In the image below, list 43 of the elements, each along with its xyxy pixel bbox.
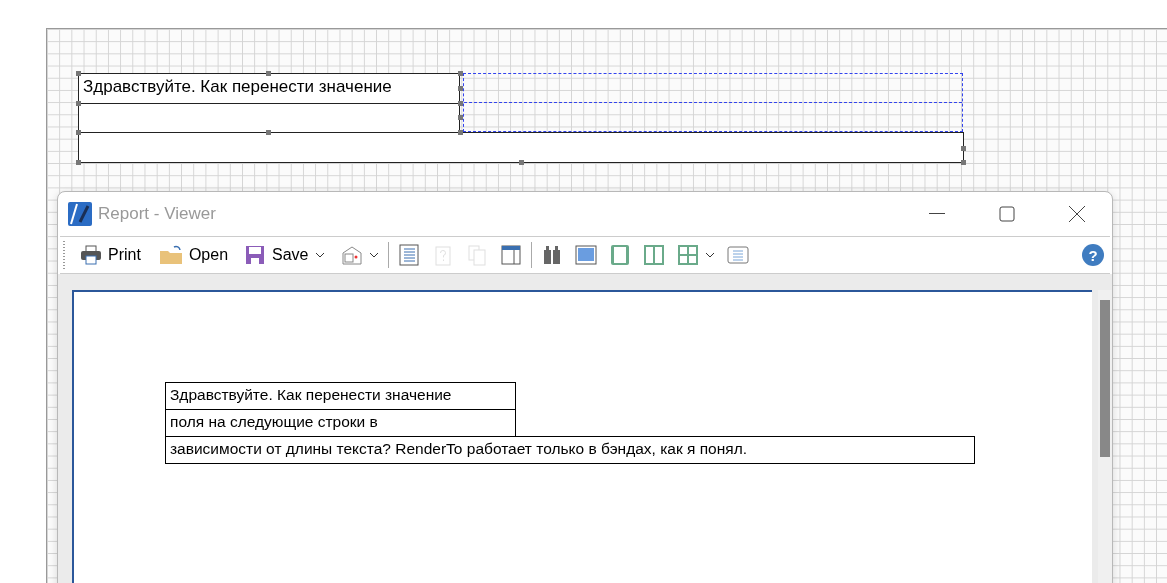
scrollbar[interactable]: [1098, 290, 1112, 583]
resize-handle[interactable]: [76, 160, 81, 165]
close-icon: [1068, 205, 1086, 223]
copy-icon: [465, 244, 488, 266]
caret-icon: [368, 252, 379, 258]
resize-handle[interactable]: [458, 130, 463, 135]
multiple-pages-icon: [676, 244, 699, 266]
caret-icon: [314, 252, 325, 258]
report-text-cell: Здравствуйте. Как перенести значение: [165, 382, 516, 410]
save-button[interactable]: Save: [238, 240, 331, 270]
maximize-icon: [999, 206, 1015, 222]
scrollbar-thumb[interactable]: [1100, 300, 1110, 457]
resize-handle[interactable]: [519, 160, 524, 165]
single-page-icon: [608, 244, 631, 266]
resize-handle[interactable]: [266, 71, 271, 76]
list-page-icon: [397, 244, 420, 266]
band-box[interactable]: [78, 132, 964, 163]
resize-handle[interactable]: [458, 115, 463, 120]
report-text-cell: поля на следующие строки в: [165, 409, 516, 437]
page-icon: [574, 244, 597, 266]
resize-handle[interactable]: [458, 71, 463, 76]
app-logo-icon: [68, 202, 92, 226]
printer-icon: [80, 244, 102, 266]
text-box[interactable]: Здравствуйте. Как перенести значение: [78, 73, 460, 104]
empty-text-box[interactable]: [78, 103, 460, 133]
report-text-cell: зависимости от длины текста? RenderTo работает только в бэндах, как я понял.: [165, 436, 975, 464]
resize-handle[interactable]: [76, 71, 81, 76]
print-button[interactable]: Print: [74, 240, 147, 270]
minimize-icon: [929, 213, 945, 215]
window-title: Report - Viewer: [98, 204, 216, 224]
resize-handle[interactable]: [961, 160, 966, 165]
open-button[interactable]: Open: [150, 240, 235, 270]
resize-handle[interactable]: [266, 130, 271, 135]
help-button[interactable]: ?: [1082, 244, 1104, 266]
resize-handle[interactable]: [458, 101, 463, 106]
resize-handle[interactable]: [76, 101, 81, 106]
resize-handle[interactable]: [458, 86, 463, 91]
resize-handle[interactable]: [961, 146, 966, 151]
caret-icon: [704, 252, 715, 258]
table-page-icon: [499, 244, 522, 266]
page-width-icon: [726, 244, 749, 266]
two-pages-icon: [642, 244, 665, 266]
resize-handle[interactable]: [76, 130, 81, 135]
